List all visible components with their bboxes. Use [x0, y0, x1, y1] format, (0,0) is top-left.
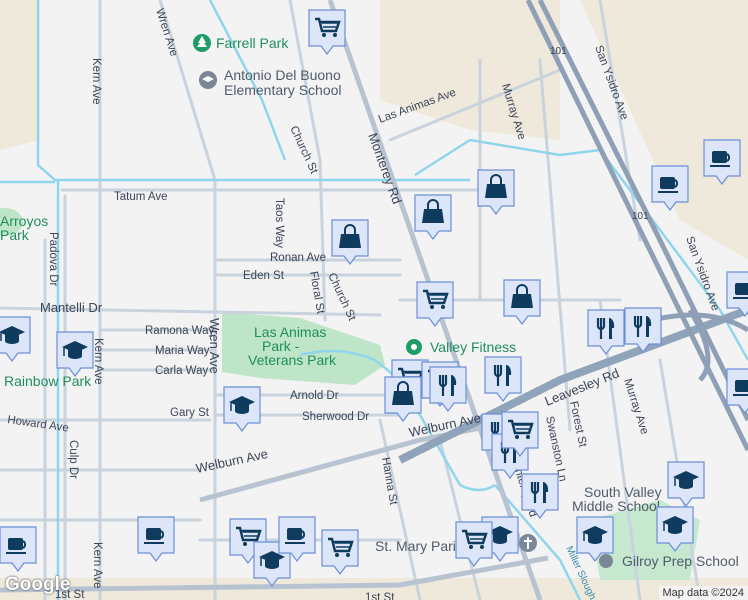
- map-canvas[interactable]: Wren Ave Kern Ave Church St Monterey Rd …: [0, 0, 748, 600]
- road-label: Sherwood Dr: [302, 411, 369, 423]
- road-label: Kern Ave: [90, 58, 102, 104]
- grad-marker[interactable]: [223, 386, 261, 432]
- cart-marker[interactable]: [416, 281, 454, 327]
- road-label: Tatum Ave: [114, 191, 168, 203]
- fork-marker[interactable]: [484, 356, 522, 402]
- grad-marker[interactable]: [667, 461, 705, 507]
- road-label: Taos Way: [273, 198, 285, 248]
- poi-label: Valley Fitness: [430, 339, 516, 355]
- road-label: Hanna St: [379, 456, 399, 506]
- road-label: 101: [632, 211, 649, 222]
- road-label: Welburn Ave: [195, 446, 270, 476]
- poi-label: Antonio Del Buono: [224, 67, 341, 83]
- rainbow-park-label: Rainbow Park: [4, 373, 92, 389]
- south-valley-label: Middle School: [572, 498, 660, 514]
- farrell-park-poi[interactable]: Farrell Park: [193, 34, 289, 52]
- school-poi[interactable]: Antonio Del Buono Elementary School: [199, 67, 342, 98]
- cart-marker[interactable]: [308, 9, 346, 55]
- google-logo: Google: [5, 574, 71, 595]
- fork-marker[interactable]: [587, 309, 625, 355]
- road-label: Kern Ave: [91, 542, 103, 588]
- road-label: Eden St: [243, 270, 285, 282]
- coffee-marker[interactable]: [726, 271, 748, 317]
- road-label: Howard Ave: [7, 414, 70, 434]
- road-label: Ramona Way: [145, 325, 214, 337]
- road-label: Wren Ave: [153, 7, 180, 58]
- map-attribution: Map data ©2024: [658, 586, 748, 600]
- cart-marker[interactable]: [321, 529, 359, 575]
- road-label: Carla Way: [155, 365, 208, 377]
- bag-marker[interactable]: [331, 219, 369, 265]
- poi-label: Elementary School: [224, 82, 342, 98]
- road-label: Ronan Ave: [270, 252, 326, 264]
- road-label: Arnold Dr: [290, 390, 339, 402]
- valley-fitness-poi[interactable]: Valley Fitness: [406, 339, 516, 355]
- cart-marker[interactable]: [455, 521, 493, 567]
- las-animas-park-area: [222, 312, 385, 385]
- road-label: 1st St: [365, 592, 395, 600]
- fork-marker[interactable]: [429, 366, 467, 412]
- gilroy-prep-label: Gilroy Prep School: [622, 553, 739, 569]
- road-label: Gary St: [170, 407, 210, 419]
- poi-label: Farrell Park: [216, 35, 289, 51]
- las-animas-park-label: Veterans Park: [248, 352, 337, 368]
- road-label: Murray Ave: [621, 377, 650, 436]
- road-label: Culp Dr: [67, 440, 79, 479]
- coffee-marker[interactable]: [726, 368, 748, 414]
- road-label: Kern Ave: [92, 338, 104, 384]
- bag-marker[interactable]: [477, 169, 515, 215]
- arroyos-park-label: Park: [0, 227, 30, 243]
- road-label: Mantelli Dr: [40, 300, 103, 315]
- road-label: Swanston Ln: [543, 415, 569, 483]
- road-label: Wren Ave: [207, 318, 222, 374]
- road-label: 101: [550, 46, 567, 57]
- grad-marker[interactable]: [56, 331, 94, 377]
- bag-marker[interactable]: [414, 194, 452, 240]
- coffee-marker[interactable]: [0, 526, 37, 572]
- road-label: Monterey Rd: [365, 131, 405, 206]
- st-mary-label: St. Mary Paris: [375, 538, 463, 554]
- road-label: Padova Dr: [47, 232, 59, 287]
- bag-marker[interactable]: [503, 279, 541, 325]
- coffee-marker[interactable]: [137, 516, 175, 562]
- road-label: Maria Way: [155, 345, 210, 357]
- grad-marker[interactable]: [0, 316, 31, 362]
